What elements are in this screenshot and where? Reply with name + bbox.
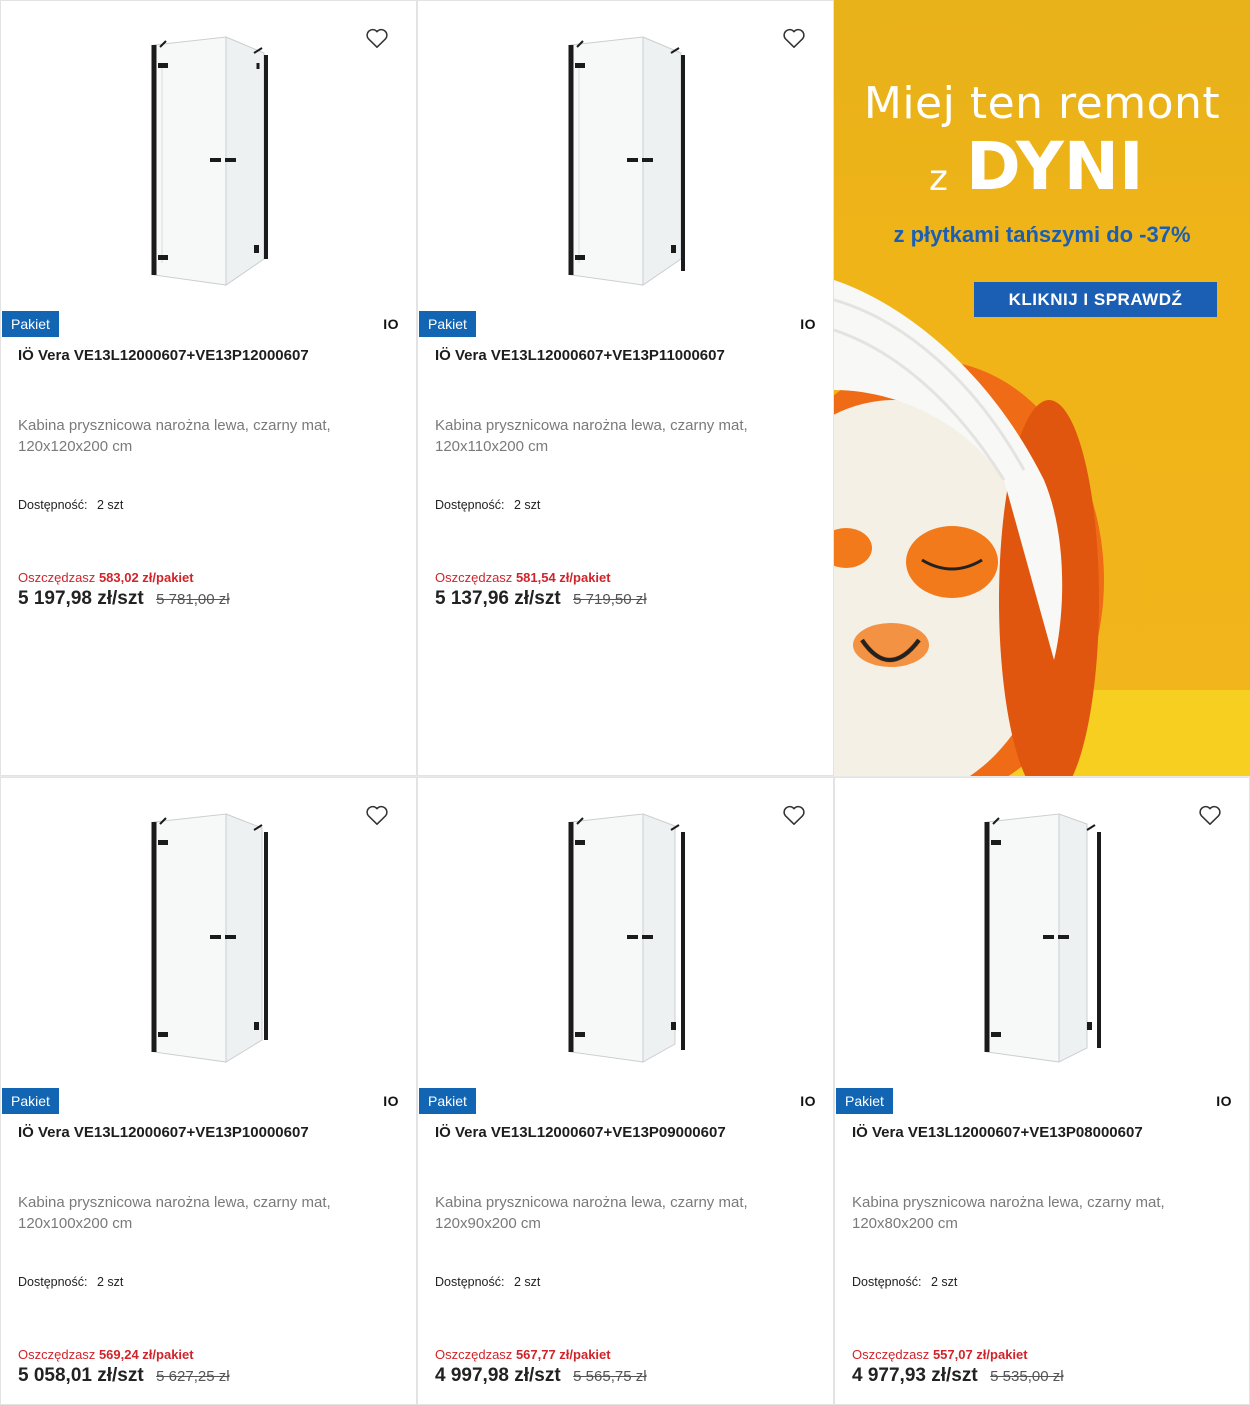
price-row: 4 997,98 zł/szt 5 565,75 zł — [435, 1365, 647, 1387]
brand-logo: IO — [383, 316, 399, 332]
brand-logo: IO — [800, 1093, 816, 1109]
product-image[interactable] — [1, 1, 416, 311]
product-description: Kabina prysznicowa narożna lewa, czarny … — [18, 417, 331, 455]
savings-info: Oszczędzasz 569,24 zł/pakiet — [18, 1347, 194, 1362]
product-description: Kabina prysznicowa narożna lewa, czarny … — [18, 1194, 331, 1232]
availability-label: Dostępność: — [18, 1275, 88, 1289]
product-title[interactable]: IÖ Vera VE13L12000607+VE13P11000607 — [435, 347, 725, 364]
product-description: Kabina prysznicowa narożna lewa, czarny … — [852, 1194, 1165, 1232]
price-row: 4 977,93 zł/szt 5 535,00 zł — [852, 1365, 1064, 1387]
price-row: 5 197,98 zł/szt 5 781,00 zł — [18, 588, 230, 610]
product-title[interactable]: IÖ Vera VE13L12000607+VE13P10000607 — [18, 1124, 309, 1141]
savings-info: Oszczędzasz 583,02 zł/pakiet — [18, 570, 194, 585]
savings-amount: 583,02 zł/pakiet — [98, 570, 194, 585]
savings-info: Oszczędzasz 567,77 zł/pakiet — [435, 1347, 611, 1362]
current-price: 4 977,93 zł/szt — [852, 1365, 978, 1386]
savings-amount: 557,07 zł/pakiet — [932, 1347, 1028, 1362]
favorite-heart-icon[interactable] — [781, 25, 807, 51]
shower-cabin-image — [568, 813, 685, 1063]
savings-info: Oszczędzasz 581,54 zł/pakiet — [435, 570, 611, 585]
product-image[interactable] — [418, 1, 833, 311]
availability-value: 2 szt — [513, 498, 541, 512]
product-card[interactable]: Pakiet IO IÖ Vera VE13L12000607+VE13P080… — [834, 777, 1250, 1405]
current-price: 4 997,98 zł/szt — [435, 1365, 561, 1386]
promo-banner[interactable]: Miej ten remont z DYNI z płytkami tańszy… — [834, 0, 1250, 776]
availability: Dostępność: 2 szt — [435, 1275, 540, 1289]
availability-value: 2 szt — [96, 498, 124, 512]
product-title[interactable]: IÖ Vera VE13L12000607+VE13P09000607 — [435, 1124, 726, 1141]
package-badge: Pakiet — [836, 1088, 893, 1114]
availability-value: 2 szt — [513, 1275, 541, 1289]
package-badge: Pakiet — [2, 1088, 59, 1114]
banner-dyni: DYNI — [966, 128, 1144, 205]
current-price: 5 197,98 zł/szt — [18, 588, 144, 609]
savings-info: Oszczędzasz 557,07 zł/pakiet — [852, 1347, 1028, 1362]
package-badge: Pakiet — [419, 311, 476, 337]
old-price: 5 565,75 zł — [573, 1368, 647, 1385]
savings-amount: 569,24 zł/pakiet — [98, 1347, 194, 1362]
product-card[interactable]: Pakiet IO IÖ Vera VE13L12000607+VE13P090… — [417, 777, 834, 1405]
product-image[interactable] — [418, 778, 833, 1088]
savings-amount: 567,77 zł/pakiet — [515, 1347, 611, 1362]
availability: Dostępność: 2 szt — [852, 1275, 957, 1289]
banner-z: z — [929, 158, 948, 199]
old-price: 5 781,00 zł — [156, 591, 230, 608]
banner-headline: Miej ten remont — [863, 78, 1221, 129]
shower-cabin-image — [568, 36, 685, 286]
package-badge: Pakiet — [419, 1088, 476, 1114]
old-price: 5 627,25 zł — [156, 1368, 230, 1385]
availability: Dostępność: 2 szt — [18, 498, 123, 512]
brand-logo: IO — [383, 1093, 399, 1109]
price-row: 5 058,01 zł/szt 5 627,25 zł — [18, 1365, 230, 1387]
old-price: 5 719,50 zł — [573, 591, 647, 608]
favorite-heart-icon[interactable] — [364, 25, 390, 51]
product-description: Kabina prysznicowa narożna lewa, czarny … — [435, 417, 748, 455]
availability-label: Dostępność: — [435, 498, 505, 512]
shower-cabin-image — [151, 36, 268, 286]
old-price: 5 535,00 zł — [990, 1368, 1064, 1385]
brand-logo: IO — [800, 316, 816, 332]
product-card[interactable]: Pakiet IO IÖ Vera VE13L12000607+VE13P120… — [0, 0, 417, 776]
savings-label: Oszczędzasz — [18, 1347, 96, 1362]
product-title[interactable]: IÖ Vera VE13L12000607+VE13P12000607 — [18, 347, 309, 364]
availability-value: 2 szt — [930, 1275, 958, 1289]
availability-value: 2 szt — [96, 1275, 124, 1289]
favorite-heart-icon[interactable] — [781, 802, 807, 828]
savings-amount: 581,54 zł/pakiet — [515, 570, 611, 585]
availability-label: Dostępność: — [435, 1275, 505, 1289]
package-badge: Pakiet — [2, 311, 59, 337]
product-image[interactable] — [835, 778, 1249, 1088]
shower-cabin-image — [984, 813, 1101, 1063]
product-image[interactable] — [1, 778, 416, 1088]
availability: Dostępność: 2 szt — [18, 1275, 123, 1289]
savings-label: Oszczędzasz — [435, 1347, 513, 1362]
brand-logo: IO — [1216, 1093, 1232, 1109]
savings-label: Oszczędzasz — [18, 570, 96, 585]
product-card[interactable]: Pakiet IO IÖ Vera VE13L12000607+VE13P110… — [417, 0, 834, 776]
favorite-heart-icon[interactable] — [1197, 802, 1223, 828]
availability: Dostępność: 2 szt — [435, 498, 540, 512]
availability-label: Dostępność: — [852, 1275, 922, 1289]
product-description: Kabina prysznicowa narożna lewa, czarny … — [435, 1194, 748, 1232]
shower-cabin-image — [151, 813, 268, 1063]
savings-label: Oszczędzasz — [852, 1347, 930, 1362]
current-price: 5 058,01 zł/szt — [18, 1365, 144, 1386]
banner-cta-button[interactable]: KLIKNIJ I SPRAWDŹ — [974, 282, 1217, 317]
product-grid: Pakiet IO IÖ Vera VE13L12000607+VE13P120… — [0, 0, 1250, 1405]
price-row: 5 137,96 zł/szt 5 719,50 zł — [435, 588, 647, 610]
savings-label: Oszczędzasz — [435, 570, 513, 585]
current-price: 5 137,96 zł/szt — [435, 588, 561, 609]
availability-label: Dostępność: — [18, 498, 88, 512]
banner-subline: z płytkami tańszymi do -37% — [893, 222, 1191, 247]
product-title[interactable]: IÖ Vera VE13L12000607+VE13P08000607 — [852, 1124, 1143, 1141]
favorite-heart-icon[interactable] — [364, 802, 390, 828]
product-card[interactable]: Pakiet IO IÖ Vera VE13L12000607+VE13P100… — [0, 777, 417, 1405]
